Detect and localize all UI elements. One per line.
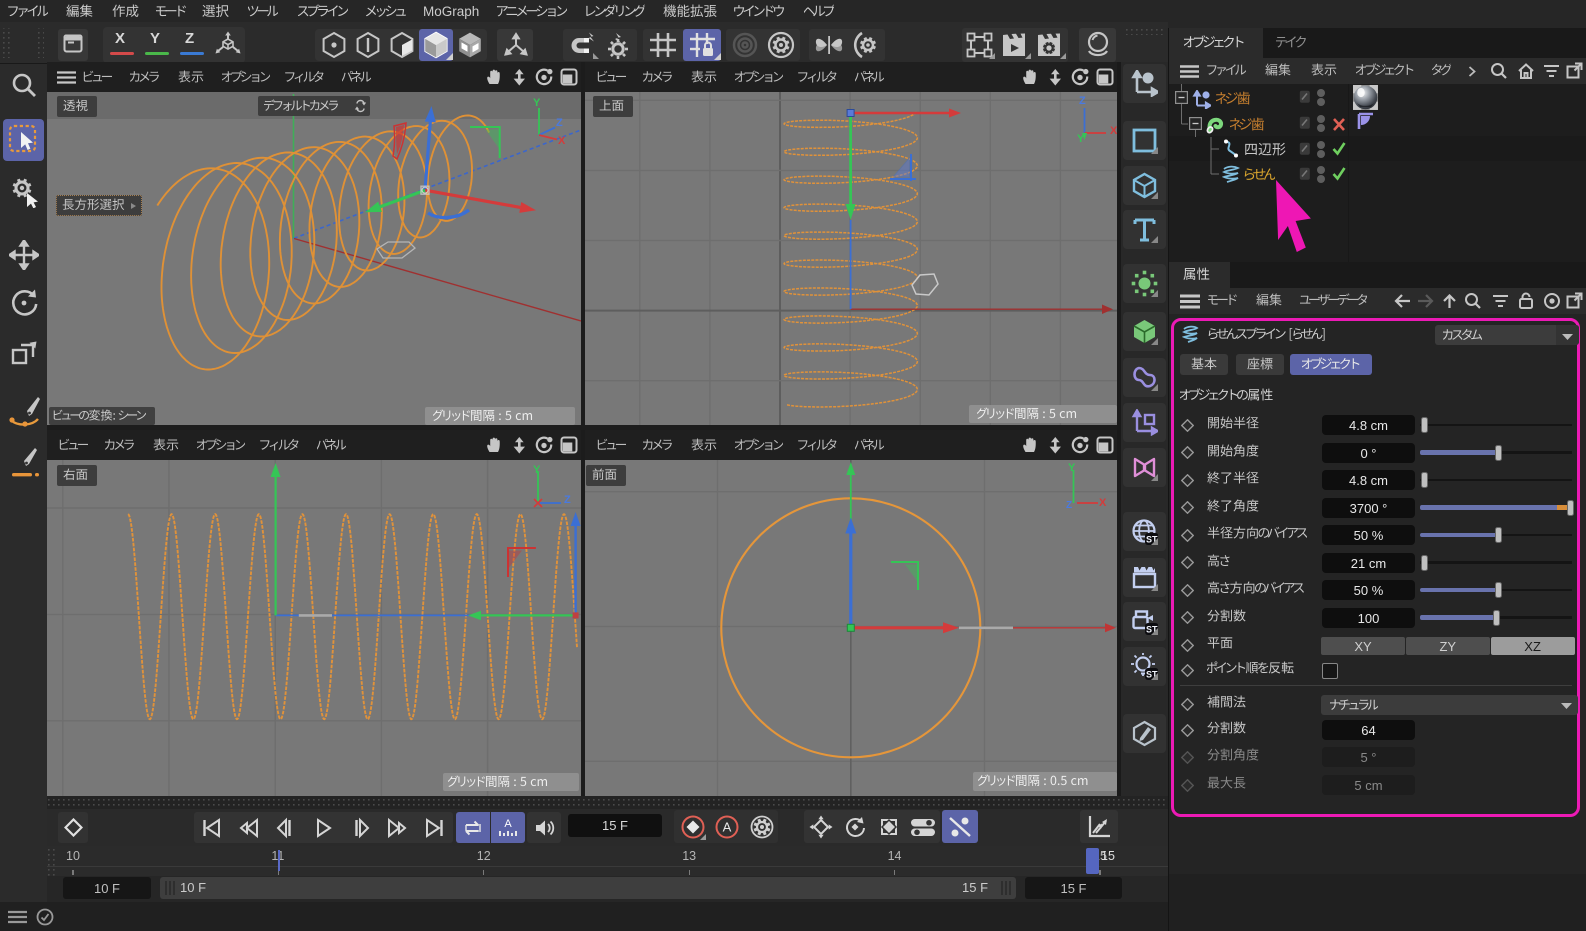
svg-text:A: A xyxy=(504,818,512,830)
svg-text:A: A xyxy=(723,820,732,835)
